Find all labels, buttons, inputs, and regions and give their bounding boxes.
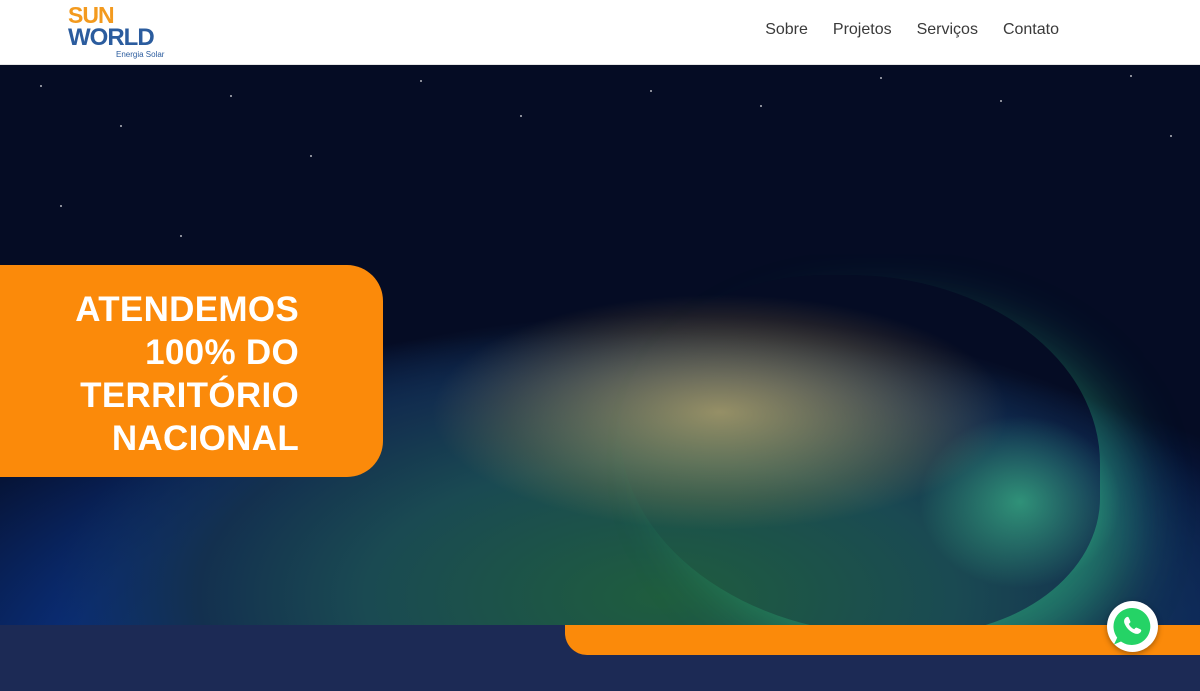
star: [1000, 100, 1002, 102]
callout-line-3: TERRITÓRIO: [80, 376, 299, 415]
site-header: SUN WORLD Energia Solar Sobre Projetos S…: [0, 0, 1200, 65]
nav-item-servicos[interactable]: Serviços: [917, 20, 978, 40]
decorative-orange-bar: [565, 625, 1200, 655]
star: [230, 95, 232, 97]
star: [310, 155, 312, 157]
star: [120, 125, 122, 127]
coverage-callout: ATENDEMOS 100% DO TERRITÓRIO NACIONAL: [0, 265, 383, 477]
nav-item-contato[interactable]: Contato: [1003, 20, 1059, 40]
star: [420, 80, 422, 82]
nav-item-projetos[interactable]: Projetos: [833, 20, 892, 40]
star: [60, 205, 62, 207]
whatsapp-button[interactable]: [1107, 601, 1158, 652]
callout-line-1: ATENDEMOS: [75, 290, 299, 329]
callout-heading: ATENDEMOS 100% DO TERRITÓRIO NACIONAL: [75, 288, 299, 460]
sun-world-logo[interactable]: SUN WORLD Energia Solar: [68, 3, 178, 61]
star: [760, 105, 762, 107]
star: [180, 235, 182, 237]
star: [1130, 75, 1132, 77]
main-nav: Sobre Projetos Serviços Contato: [765, 20, 1059, 40]
star: [880, 77, 882, 79]
nav-item-sobre[interactable]: Sobre: [765, 20, 808, 40]
whatsapp-icon: [1113, 607, 1151, 645]
star: [520, 115, 522, 117]
logo-tagline: Energia Solar: [116, 50, 165, 59]
callout-line-4: NACIONAL: [111, 419, 299, 458]
star: [1170, 135, 1172, 137]
star: [40, 85, 42, 87]
callout-line-2: 100% DO: [145, 333, 299, 372]
logo-world-text: WORLD: [68, 24, 155, 51]
hero-coastline-glow: [620, 275, 1100, 625]
star: [650, 90, 652, 92]
